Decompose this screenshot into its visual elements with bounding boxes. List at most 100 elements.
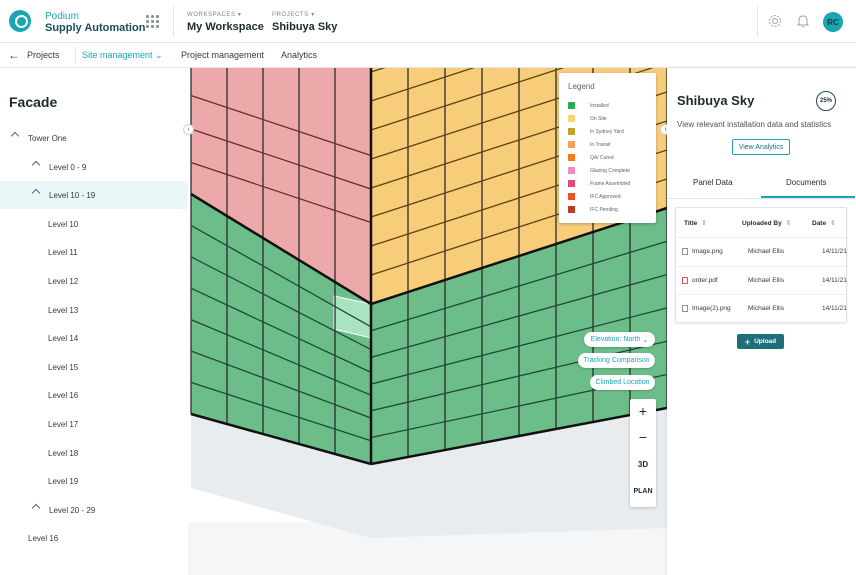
view-3d-button[interactable]: 3D	[630, 460, 656, 469]
zoom-in-button[interactable]: +	[630, 403, 656, 419]
column-header-title[interactable]: Title ⇕	[684, 219, 707, 227]
tree-item-label: Level 11	[48, 248, 78, 258]
legend-swatch	[568, 154, 575, 161]
documents-table: Title ⇕ Uploaded By ⇕ Date ⇕ Image.png Micha…	[675, 207, 847, 323]
cell-by: Michael Ellis	[748, 276, 785, 284]
tree-item[interactable]: Tower One	[0, 124, 188, 152]
tree-item-label: Level 20 - 29	[49, 505, 96, 515]
cell-date: 14/11/21	[822, 305, 847, 312]
pdf-file-icon	[682, 276, 688, 284]
table-row[interactable]: Image(2).png Michael Ellis 14/11/21	[676, 294, 847, 322]
legend-swatch	[568, 115, 575, 122]
tree-item[interactable]: Level 10	[0, 210, 188, 238]
tree-item-label: Level 10 - 19	[49, 191, 96, 201]
cell-by: Michael Ellis	[748, 248, 785, 255]
user-avatar[interactable]: RC	[823, 12, 843, 32]
tree-item[interactable]: Level 17	[0, 410, 188, 438]
chevron-up-icon[interactable]	[31, 188, 41, 198]
tab-project-management[interactable]: Project management	[181, 50, 264, 60]
image-file-icon	[682, 248, 688, 255]
cell-by: Michael Ellis	[748, 305, 785, 312]
tree-item[interactable]: Level 16	[0, 524, 188, 552]
view-analytics-button[interactable]: View Analytics	[732, 139, 790, 155]
cell-title: order.pdf	[692, 276, 718, 284]
legend-label: In Transit	[590, 142, 611, 148]
workspace-name: My Workspace	[187, 21, 264, 33]
tab-panel-data[interactable]: Panel Data	[693, 178, 733, 187]
chevron-up-icon[interactable]	[31, 503, 41, 513]
back-to-projects-link[interactable]: Projects	[27, 50, 60, 60]
elevation-dropdown[interactable]: Elevation: North ⌄	[584, 332, 655, 347]
facade-sidebar: Facade Tower One Level 0 - 9 Level 10 - 19…	[0, 68, 188, 575]
zoom-out-button[interactable]: −	[630, 429, 656, 445]
panel-description: View relevant installation data and stat…	[677, 120, 832, 129]
view-plan-button[interactable]: PLAN	[630, 488, 656, 495]
divider	[667, 198, 856, 199]
climbed-location-button[interactable]: Climbed Location	[590, 375, 655, 390]
tree-item-label: Level 10	[48, 219, 79, 229]
tree-item-label: Level 14	[48, 334, 79, 344]
tree-item-label: Level 12	[48, 277, 79, 286]
legend-label: IFC Pending	[590, 207, 618, 213]
tree-item[interactable]: Level 10 - 19	[0, 181, 188, 210]
tree-item[interactable]: Level 16	[0, 381, 188, 409]
cell-date: 14/11/21	[822, 276, 847, 284]
chevron-up-icon[interactable]	[31, 160, 41, 169]
legend-label: IFC Approved	[590, 194, 621, 200]
tree-item-label: Tower One	[28, 134, 67, 143]
cell-date: 14/11/21	[822, 248, 847, 255]
tree-item-label: Level 16	[28, 534, 59, 544]
legend: Legend Installed On Site In Sydney Yard In …	[559, 73, 656, 223]
tree-item[interactable]: Level 11	[0, 238, 188, 266]
legend-label: Frame Assembled	[590, 181, 631, 187]
tree-item[interactable]: Level 19	[0, 467, 188, 495]
tree-item[interactable]: Level 0 - 9	[0, 153, 188, 181]
tree-item[interactable]: Level 18	[0, 439, 188, 467]
cell-title: Image(2).png	[692, 305, 731, 312]
table-row[interactable]: order.pdf Michael Ellis 14/11/21	[676, 265, 847, 294]
panel-title: Shibuya Sky	[677, 93, 755, 108]
tree-item-label: Level 16	[48, 391, 79, 401]
tab-site-management[interactable]: Site management ⌄	[82, 50, 163, 61]
view-controls: + − 3D PLAN	[630, 399, 656, 507]
app-grid-icon[interactable]	[146, 15, 160, 29]
chevron-up-icon[interactable]	[10, 131, 20, 141]
legend-swatch	[568, 102, 575, 109]
legend-label: QA/ Cured	[590, 155, 614, 161]
collapse-sidebar-icon[interactable]: ‹	[183, 124, 194, 135]
chevron-down-icon: ⌄	[642, 336, 649, 344]
back-arrow-icon[interactable]: ←	[8, 49, 20, 61]
bell-icon[interactable]	[795, 13, 811, 29]
cell-title: Image.png	[692, 248, 723, 255]
legend-swatch	[568, 128, 575, 135]
tracking-comparison-button[interactable]: Tracking Comparison	[578, 353, 655, 368]
image-file-icon	[682, 305, 688, 312]
tree-item[interactable]: Level 14	[0, 324, 188, 352]
brand-name: Podium	[45, 11, 79, 22]
legend-swatch	[568, 206, 575, 213]
podium-logo-icon[interactable]	[9, 10, 31, 32]
top-bar: Podium Supply Automation WORKSPACES ▾ My…	[0, 0, 856, 43]
gear-icon[interactable]	[767, 13, 783, 29]
table-row[interactable]: Image.png Michael Ellis 14/11/21	[676, 237, 847, 265]
tree-item-label: Level 18	[48, 448, 79, 458]
tree-item[interactable]: Level 13	[0, 296, 188, 324]
tree-item-label: Level 17	[48, 420, 79, 429]
projects-label: PROJECTS ▾	[272, 12, 315, 18]
tab-documents[interactable]: Documents	[786, 178, 826, 187]
legend-label: In Sydney Yard	[590, 129, 624, 135]
legend-label: Installed	[590, 103, 609, 109]
column-header-uploaded-by[interactable]: Uploaded By ⇕	[742, 219, 791, 227]
tree-item[interactable]: Level 20 - 29	[0, 496, 188, 524]
legend-label: On Site	[590, 116, 607, 122]
upload-button[interactable]: + Upload	[737, 334, 784, 349]
tree-item-label: Level 15	[48, 362, 79, 372]
tree-item[interactable]: Level 12	[0, 267, 188, 295]
project-name: Shibuya Sky	[272, 21, 338, 33]
sort-icon: ⇕	[701, 220, 707, 227]
plus-icon: +	[744, 336, 751, 347]
column-header-date[interactable]: Date ⇕	[812, 219, 836, 227]
tree-item-label: Level 13	[48, 305, 79, 315]
tree-item[interactable]: Level 15	[0, 353, 188, 381]
tab-analytics[interactable]: Analytics	[281, 50, 317, 60]
